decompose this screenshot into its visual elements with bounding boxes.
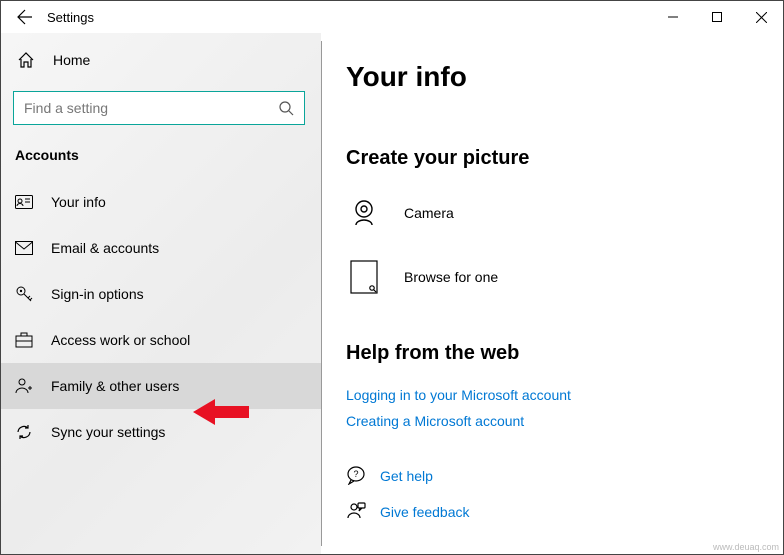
svg-text:?: ? (353, 469, 358, 479)
briefcase-icon (15, 331, 33, 349)
help-link-create-account[interactable]: Creating a Microsoft account (346, 413, 783, 429)
home-nav[interactable]: Home (1, 39, 321, 81)
nav-label: Sync your settings (51, 424, 165, 440)
nav-email-accounts[interactable]: Email & accounts (1, 225, 321, 271)
search-input[interactable] (24, 100, 278, 116)
help-link-login[interactable]: Logging in to your Microsoft account (346, 387, 783, 403)
give-feedback-row[interactable]: Give feedback (346, 497, 783, 527)
page-title: Your info (346, 61, 783, 93)
feedback-icon (346, 501, 366, 524)
camera-option[interactable]: Camera (346, 192, 783, 234)
back-arrow-icon (17, 9, 33, 25)
home-icon (17, 51, 35, 69)
picture-section-title: Create your picture (346, 147, 783, 170)
help-section-title: Help from the web (346, 342, 783, 365)
camera-label: Camera (404, 205, 454, 221)
back-button[interactable] (9, 1, 41, 33)
maximize-icon (712, 12, 722, 22)
search-icon (278, 100, 294, 116)
sidebar: Home Accounts Your info Email & accounts… (1, 33, 321, 554)
watermark: www.deuaq.com (713, 542, 779, 552)
maximize-button[interactable] (695, 1, 739, 33)
camera-icon (346, 195, 382, 231)
give-feedback-link[interactable]: Give feedback (380, 504, 470, 520)
main-content: Your info Create your picture Camera Bro… (322, 33, 783, 554)
minimize-button[interactable] (651, 1, 695, 33)
nav-label: Access work or school (51, 332, 190, 348)
nav-family-other-users[interactable]: Family & other users (1, 363, 321, 409)
nav-label: Family & other users (51, 378, 179, 394)
nav-sync-settings[interactable]: Sync your settings (1, 409, 321, 455)
get-help-row[interactable]: ? Get help (346, 461, 783, 491)
id-card-icon (15, 193, 33, 211)
nav-access-work-school[interactable]: Access work or school (1, 317, 321, 363)
get-help-link[interactable]: Get help (380, 468, 433, 484)
titlebar: Settings (1, 1, 783, 33)
key-icon (15, 285, 33, 303)
mail-icon (15, 239, 33, 257)
settings-window: Settings Home Accounts (0, 0, 784, 555)
nav-label: Your info (51, 194, 106, 210)
search-box[interactable] (13, 91, 305, 125)
close-icon (756, 12, 767, 23)
browse-option[interactable]: Browse for one (346, 256, 783, 298)
minimize-icon (668, 12, 678, 22)
nav-label: Sign-in options (51, 286, 144, 302)
window-title: Settings (47, 10, 94, 25)
nav-label: Email & accounts (51, 240, 159, 256)
close-button[interactable] (739, 1, 783, 33)
sync-icon (15, 423, 33, 441)
people-add-icon (15, 377, 33, 395)
help-bubble-icon: ? (346, 465, 366, 488)
window-controls (651, 1, 783, 33)
nav-your-info[interactable]: Your info (1, 179, 321, 225)
category-title: Accounts (1, 135, 321, 179)
browse-label: Browse for one (404, 269, 498, 285)
home-label: Home (53, 52, 90, 68)
nav-signin-options[interactable]: Sign-in options (1, 271, 321, 317)
browse-file-icon (346, 259, 382, 295)
